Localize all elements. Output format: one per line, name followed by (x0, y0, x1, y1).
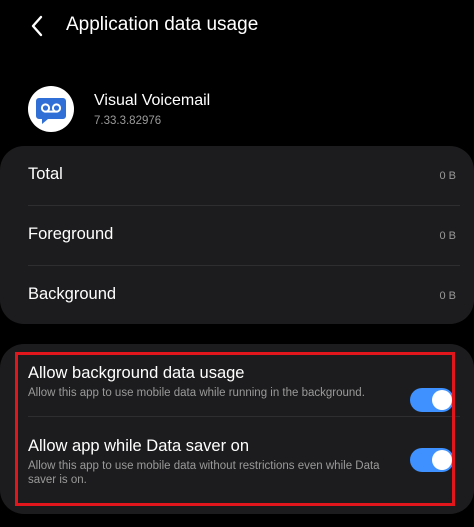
app-version: 7.33.3.82976 (94, 115, 162, 127)
page-title: Application data usage (66, 14, 259, 35)
usage-value: 0 B (439, 290, 456, 302)
usage-row-foreground: Foreground 0 B (0, 206, 474, 266)
voicemail-icon (28, 86, 74, 132)
usage-label: Foreground (28, 225, 114, 243)
usage-label: Background (28, 285, 117, 303)
back-button[interactable] (22, 10, 52, 42)
app-name: Visual Voicemail (94, 92, 211, 109)
app-info: Visual Voicemail 7.33.3.82976 (0, 80, 474, 142)
usage-row-background: Background 0 B (0, 266, 474, 326)
highlight-box (15, 352, 455, 506)
usage-row-total: Total 0 B (0, 146, 474, 206)
header-bar: Application data usage (0, 0, 474, 56)
usage-label: Total (28, 165, 63, 183)
data-usage-card: Total 0 B Foreground 0 B Background 0 B (0, 146, 474, 324)
usage-value: 0 B (439, 230, 456, 242)
usage-value: 0 B (439, 170, 456, 182)
chevron-left-icon (31, 15, 43, 37)
